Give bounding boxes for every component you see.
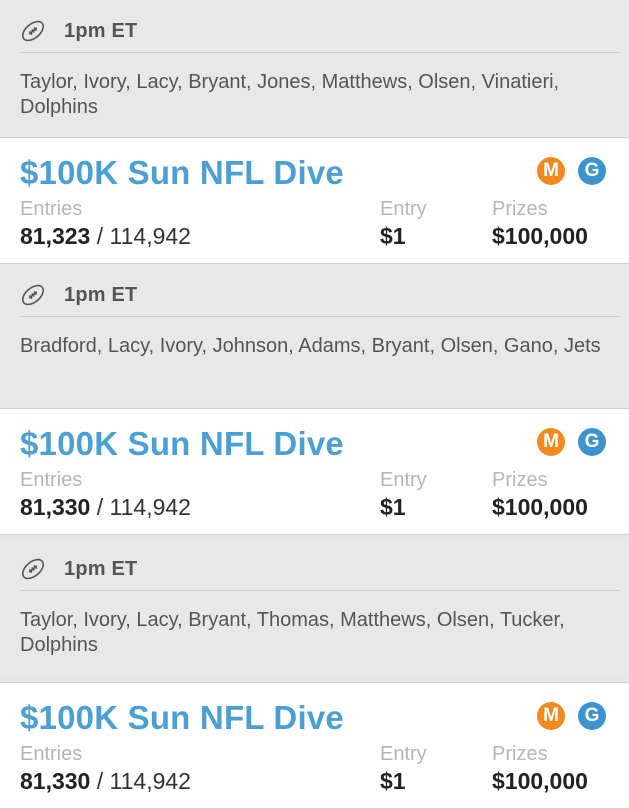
football-icon (21, 284, 45, 306)
prizes-label: Prizes (492, 469, 548, 491)
lineup-players: Bradford, Lacy, Ivory, Johnson, Adams, B… (20, 335, 601, 357)
entries-count: 81,323 (20, 223, 91, 249)
prizes-value: $100,000 (492, 494, 588, 521)
multi-entry-badge: M (537, 157, 565, 185)
entry-fee-value: $1 (380, 223, 406, 250)
guaranteed-badge: G (578, 428, 606, 456)
football-icon (21, 20, 45, 42)
lineup-players: Taylor, Ivory, Lacy, Bryant, Thomas, Mat… (20, 609, 565, 656)
prizes-value: $100,000 (492, 768, 588, 795)
game-time: 1pm ET (64, 283, 138, 306)
entries-value: 81,330 / 114,942 (20, 768, 191, 795)
lineup-card[interactable]: 1pm ET Bradford, Lacy, Ivory, Johnson, A… (0, 264, 629, 401)
guaranteed-badge: G (578, 157, 606, 185)
entries-separator: / (90, 223, 110, 249)
lineup-card[interactable]: 1pm ET Taylor, Ivory, Lacy, Bryant, Thom… (0, 538, 629, 675)
entry-fee: $1 (380, 494, 406, 520)
prizes-label: Prizes (492, 198, 548, 220)
entries-label: Entries (20, 198, 83, 220)
contest-name[interactable]: $100K Sun NFL Dive (20, 425, 344, 463)
entries-count: 81,330 (20, 494, 91, 520)
entries-label: Entries (20, 469, 83, 491)
entry-fee-value: $1 (380, 768, 406, 795)
lineup-time-row: 1pm ET (20, 10, 620, 53)
entry-fee-label: Entry (380, 743, 427, 765)
entries-count: 81,330 (20, 768, 91, 794)
multi-entry-badge: M (537, 428, 565, 456)
entries-separator: / (90, 494, 110, 520)
entry-fee: $1 (380, 223, 406, 249)
contest-card[interactable]: $100K Sun NFL Dive M G Entries Entry Pri… (0, 682, 629, 809)
prize-amount: $100,000 (492, 494, 588, 520)
lineup-time-row: 1pm ET (20, 274, 620, 317)
lineup-players: Taylor, Ivory, Lacy, Bryant, Jones, Matt… (20, 71, 560, 118)
game-time: 1pm ET (64, 19, 138, 42)
game-time: 1pm ET (64, 557, 138, 580)
entries-max: 114,942 (109, 768, 191, 794)
football-icon (21, 558, 45, 580)
entries-separator: / (90, 768, 110, 794)
lineup-time-row: 1pm ET (20, 548, 620, 591)
contest-name[interactable]: $100K Sun NFL Dive (20, 154, 344, 192)
contest-name[interactable]: $100K Sun NFL Dive (20, 699, 344, 737)
entry-fee-value: $1 (380, 494, 406, 521)
entry-fee-label: Entry (380, 469, 427, 491)
entries-value: 81,330 / 114,942 (20, 494, 191, 521)
contest-card[interactable]: $100K Sun NFL Dive M G Entries Entry Pri… (0, 408, 629, 535)
contest-card[interactable]: $100K Sun NFL Dive M G Entries Entry Pri… (0, 137, 629, 264)
prize-amount: $100,000 (492, 223, 588, 249)
entry-fee-label: Entry (380, 198, 427, 220)
entries-max: 114,942 (109, 494, 191, 520)
prize-amount: $100,000 (492, 768, 588, 794)
prizes-value: $100,000 (492, 223, 588, 250)
multi-entry-badge: M (537, 702, 565, 730)
prizes-label: Prizes (492, 743, 548, 765)
lineup-card[interactable]: 1pm ET Taylor, Ivory, Lacy, Bryant, Jone… (0, 0, 629, 137)
entries-label: Entries (20, 743, 83, 765)
entries-max: 114,942 (109, 223, 191, 249)
entries-value: 81,323 / 114,942 (20, 223, 191, 250)
entry-fee: $1 (380, 768, 406, 794)
guaranteed-badge: G (578, 702, 606, 730)
